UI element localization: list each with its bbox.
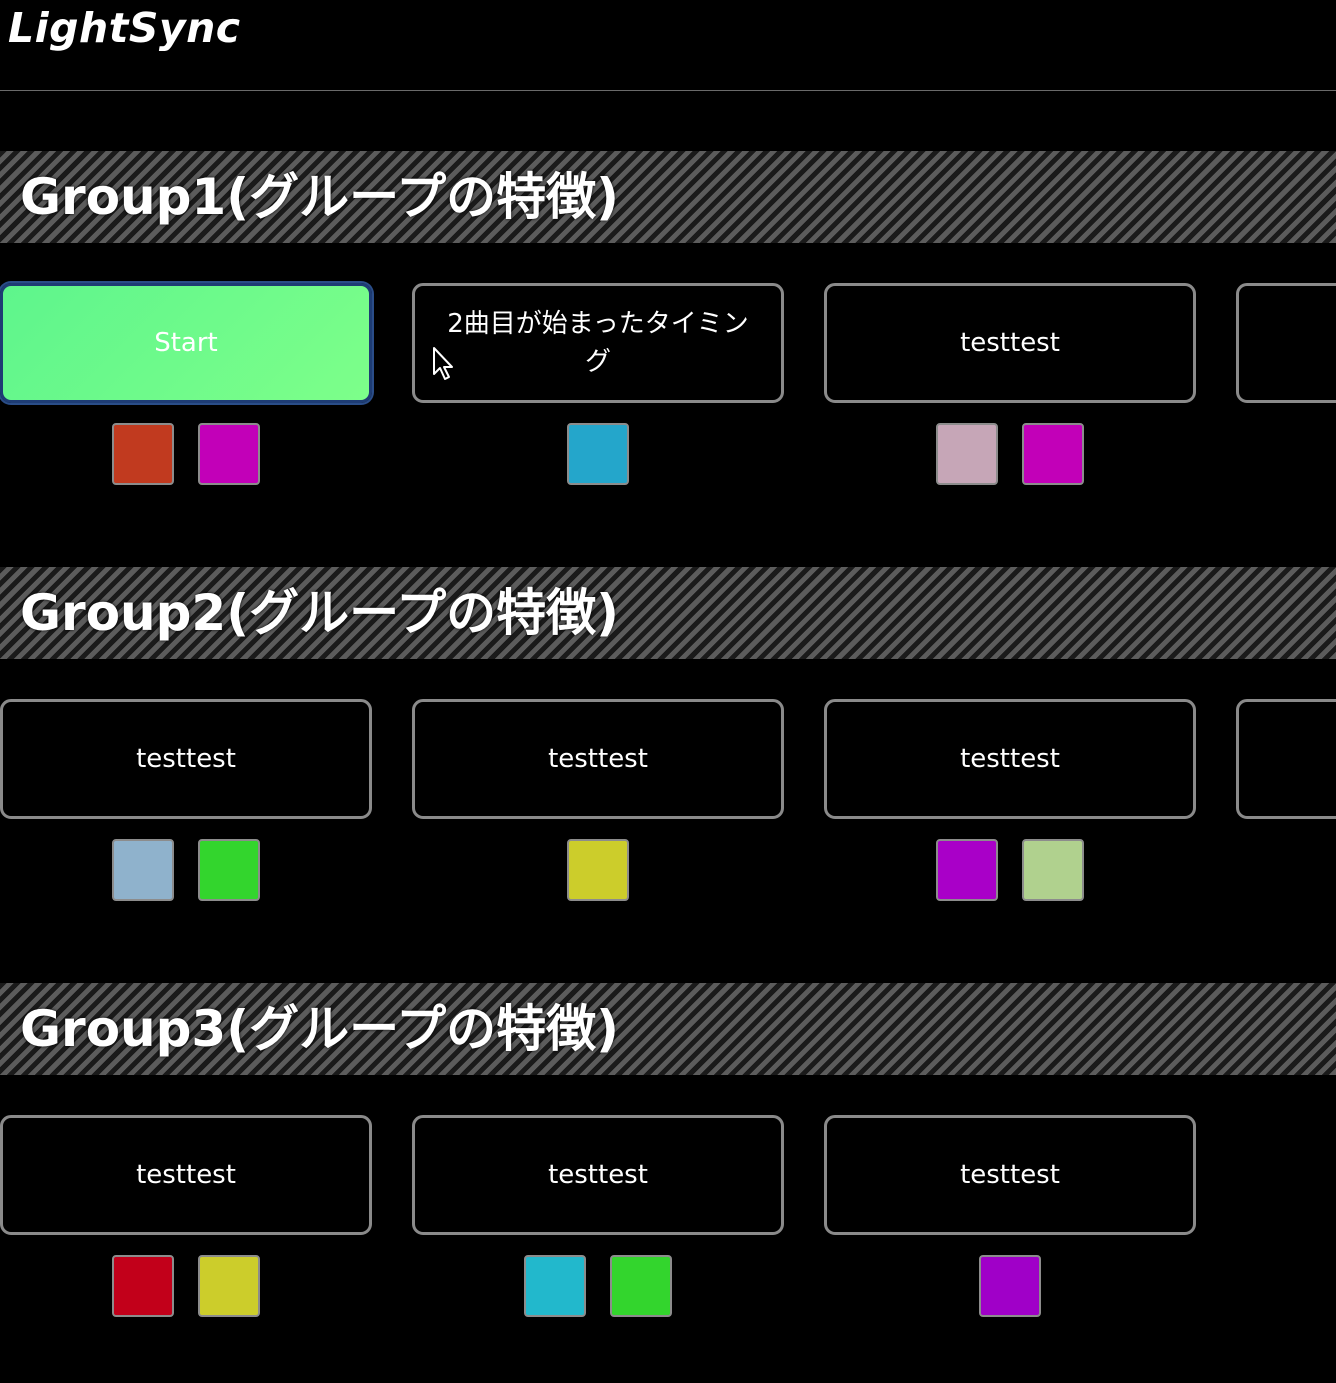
cue-button[interactable]: testtest [824, 699, 1196, 819]
cue-cell-partial [1236, 283, 1336, 493]
group-section-1: Group1(グループの特徴) Start 2曲目が始まったタイミング test… [0, 151, 1336, 551]
cue-cell: testtest [824, 283, 1196, 493]
color-swatch[interactable] [567, 423, 629, 485]
color-swatch[interactable] [1022, 839, 1084, 901]
group-section-2: Group2(グループの特徴) testtest testtest testte… [0, 567, 1336, 967]
cue-cell: testtest [824, 1115, 1196, 1325]
cue-button[interactable]: testtest [824, 283, 1196, 403]
cue-button[interactable]: testtest [0, 699, 372, 819]
cue-cell: testtest [412, 699, 784, 909]
cue-cell: testtest [412, 1115, 784, 1325]
cue-cell-partial [1236, 699, 1336, 909]
swatch-row [412, 1255, 784, 1319]
cue-button[interactable]: testtest [824, 1115, 1196, 1235]
cue-cell: 2曲目が始まったタイミング [412, 283, 784, 493]
color-swatch[interactable] [112, 839, 174, 901]
swatch-row [0, 839, 372, 903]
color-swatch[interactable] [112, 1255, 174, 1317]
color-swatch[interactable] [567, 839, 629, 901]
swatch-row [412, 423, 784, 487]
swatch-row [0, 423, 372, 487]
group-section-3: Group3(グループの特徴) testtest testtest testte… [0, 983, 1336, 1383]
color-swatch[interactable] [1022, 423, 1084, 485]
cue-button[interactable]: testtest [412, 699, 784, 819]
color-swatch[interactable] [524, 1255, 586, 1317]
swatch-row [0, 1255, 372, 1319]
group-banner: Group2(グループの特徴) [0, 567, 1336, 659]
cue-button[interactable]: 2曲目が始まったタイミング [412, 283, 784, 403]
cue-button[interactable] [1236, 699, 1336, 819]
color-swatch[interactable] [198, 1255, 260, 1317]
color-swatch[interactable] [198, 839, 260, 901]
group-banner: Group1(グループの特徴) [0, 151, 1336, 243]
swatch-row [412, 839, 784, 903]
cue-cell: testtest [0, 1115, 372, 1325]
cue-cell: Start [0, 283, 372, 493]
color-swatch[interactable] [112, 423, 174, 485]
cue-button[interactable] [1236, 283, 1336, 403]
color-swatch[interactable] [936, 423, 998, 485]
cue-cell: testtest [824, 699, 1196, 909]
swatch-row [824, 1255, 1196, 1319]
swatch-row [824, 839, 1196, 903]
color-swatch[interactable] [198, 423, 260, 485]
group-title: Group2(グループの特徴) [20, 584, 619, 642]
group-title: Group3(グループの特徴) [20, 1000, 619, 1058]
color-swatch[interactable] [936, 839, 998, 901]
app-title: LightSync [8, 4, 241, 52]
group-banner: Group3(グループの特徴) [0, 983, 1336, 1075]
app-header: LightSync [0, 0, 1336, 91]
cue-cell: testtest [0, 699, 372, 909]
cue-button-start[interactable]: Start [0, 283, 372, 403]
color-swatch[interactable] [610, 1255, 672, 1317]
cue-button[interactable]: testtest [0, 1115, 372, 1235]
swatch-row [824, 423, 1196, 487]
cue-button[interactable]: testtest [412, 1115, 784, 1235]
group-title: Group1(グループの特徴) [20, 168, 619, 226]
color-swatch[interactable] [979, 1255, 1041, 1317]
